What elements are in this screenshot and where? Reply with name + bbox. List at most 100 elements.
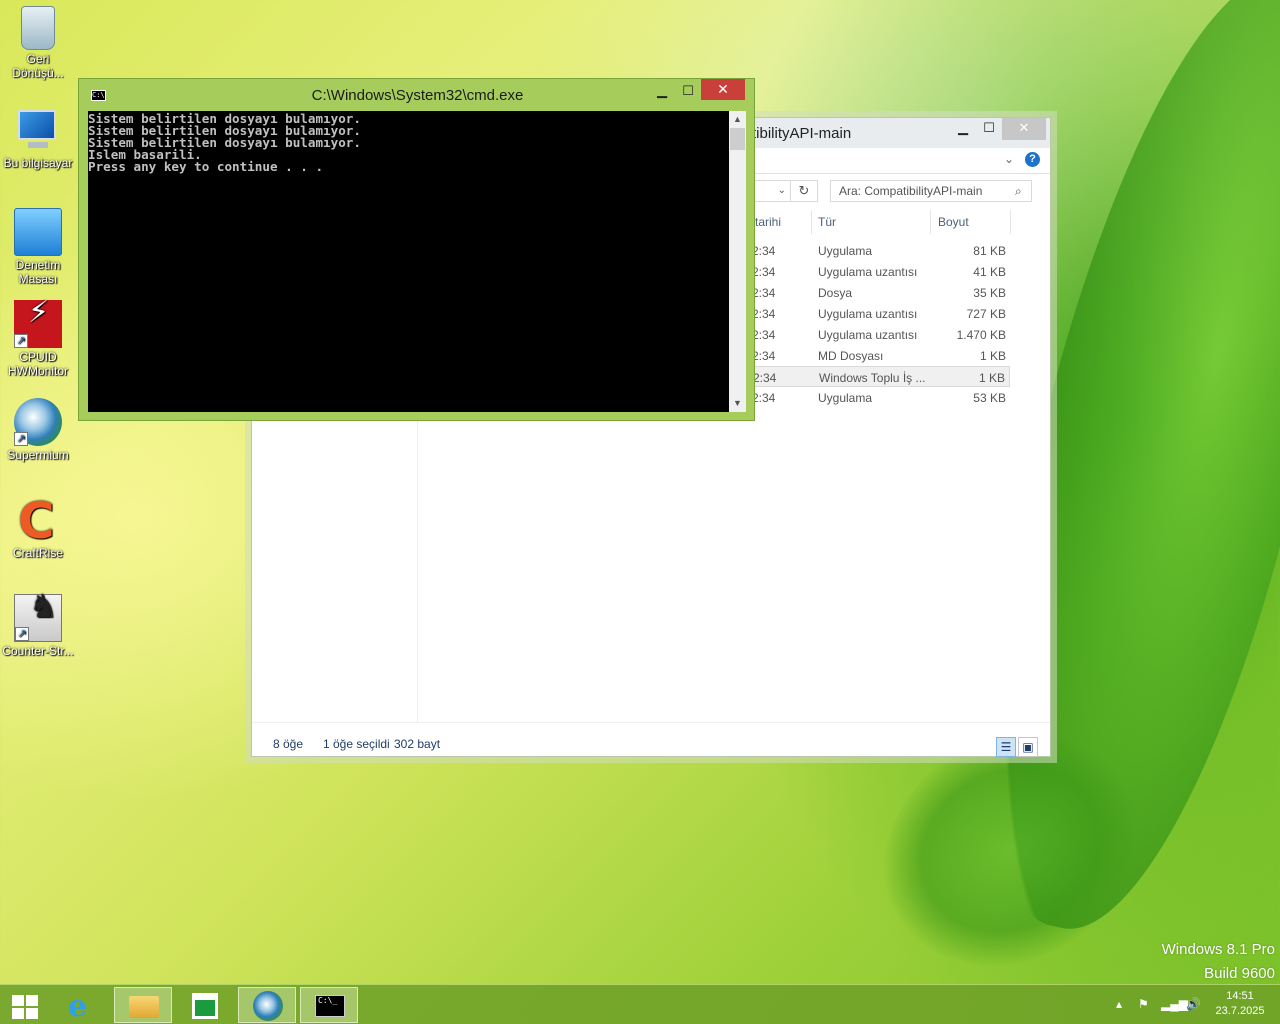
minimize-icon[interactable]: ▁ xyxy=(649,81,675,103)
column-separator[interactable] xyxy=(811,210,812,234)
counter-strike-icon: ♞ ↗ xyxy=(14,590,62,642)
control-panel-icon xyxy=(14,208,62,256)
desktop-icon-this-pc[interactable]: Bu bilgisayar xyxy=(0,106,76,170)
navigation-pane[interactable] xyxy=(260,414,418,726)
row-type: Uygulama uzantısı xyxy=(818,307,918,321)
recycle-bin-icon xyxy=(21,6,55,50)
supermium-icon xyxy=(253,991,283,1021)
store-icon xyxy=(192,993,218,1019)
windows-edition-watermark: Windows 8.1 Pro xyxy=(1161,941,1275,958)
refresh-icon[interactable]: ↻ xyxy=(790,180,818,202)
console-line: Press any key to continue . . . xyxy=(88,159,324,174)
taskbar-clock[interactable]: 14:51 23.7.2025 xyxy=(1200,989,1280,1019)
taskbar-internet-explorer[interactable]: e xyxy=(52,987,110,1024)
row-type: MD Dosyası xyxy=(818,349,884,363)
explorer-title: tibilityAPI-main xyxy=(752,125,852,142)
action-center-flag-icon[interactable]: ⚑ xyxy=(1138,997,1149,1011)
row-date: 2:34 xyxy=(752,244,776,258)
search-input[interactable]: Ara: CompatibilityAPI-main ⌕ xyxy=(830,180,1032,202)
desktop-icon-craftrise[interactable]: C CraftRise xyxy=(0,496,76,560)
computer-icon xyxy=(14,106,62,154)
column-header-date[interactable]: tarihi xyxy=(755,215,781,229)
row-size: 35 KB xyxy=(973,286,1006,300)
column-header-size[interactable]: Boyut xyxy=(938,215,969,229)
desktop-icon-label: Denetim Masası xyxy=(15,258,61,286)
row-size: 81 KB xyxy=(973,244,1006,258)
desktop-icon-counter-strike[interactable]: ♞ ↗ Counter-Str... xyxy=(0,590,76,658)
taskbar-supermium[interactable] xyxy=(238,987,296,1023)
row-type: Uygulama uzantısı xyxy=(818,328,918,342)
details-view-icon[interactable]: ☰ xyxy=(996,737,1016,757)
taskbar-file-explorer[interactable] xyxy=(114,987,172,1023)
row-type: Uygulama xyxy=(818,244,873,258)
table-row[interactable]: 2:34 Uygulama 81 KB xyxy=(750,240,1010,261)
desktop-icon-label: Counter-Str... xyxy=(2,644,74,658)
column-separator[interactable] xyxy=(930,210,931,234)
table-row[interactable]: 2:34 Uygulama uzantısı 1.470 KB xyxy=(750,324,1010,345)
row-size: 1 KB xyxy=(978,371,1005,385)
taskbar-cmd[interactable]: C:\_ xyxy=(300,987,358,1023)
desktop-icon-hwmonitor[interactable]: ⚡ ↗ CPUID HWMonitor xyxy=(0,298,76,379)
table-row[interactable]: 2:34 MD Dosyası 1 KB xyxy=(750,345,1010,366)
row-date: 2:34 xyxy=(753,371,777,385)
table-row[interactable]: 2:34 Uygulama uzantısı 41 KB xyxy=(750,261,1010,282)
row-size: 727 KB xyxy=(966,307,1006,321)
maximize-icon[interactable]: ☐ xyxy=(976,118,1002,140)
chevron-down-icon[interactable]: ⌄ xyxy=(1004,152,1014,166)
search-icon[interactable]: ⌕ xyxy=(1015,181,1022,201)
column-header-type[interactable]: Tür xyxy=(818,215,836,229)
row-date: 2:34 xyxy=(752,349,776,363)
row-size: 53 KB xyxy=(973,391,1006,405)
large-icons-view-icon[interactable]: ▣ xyxy=(1018,737,1038,757)
address-dropdown-icon[interactable]: ⌄ xyxy=(754,180,790,202)
console-scrollbar[interactable]: ▲ ▼ xyxy=(729,111,746,412)
desktop-icon-label: Supermium xyxy=(7,448,69,462)
desktop-icon-label: CPUID HWMonitor xyxy=(7,350,68,378)
row-size: 1 KB xyxy=(979,349,1006,363)
volume-icon[interactable]: 🔊 xyxy=(1186,997,1201,1011)
scroll-down-icon[interactable]: ▼ xyxy=(729,395,746,412)
row-date: 2:34 xyxy=(752,286,776,300)
status-item-count: 8 öğe xyxy=(273,737,304,751)
row-date: 2:34 xyxy=(752,307,776,321)
table-row[interactable]: 2:34 Dosya 35 KB xyxy=(750,282,1010,303)
table-row[interactable]: 2:34 Uygulama 53 KB xyxy=(750,387,1010,408)
row-type: Dosya xyxy=(818,286,853,300)
desktop-icon-control-panel[interactable]: Denetim Masası xyxy=(0,208,76,286)
start-button[interactable] xyxy=(0,987,50,1023)
status-bytes: 302 bayt xyxy=(394,737,441,751)
hwmonitor-icon: ⚡ ↗ xyxy=(14,298,62,348)
search-placeholder: Ara: CompatibilityAPI-main xyxy=(839,184,983,198)
scroll-up-icon[interactable]: ▲ xyxy=(729,111,746,128)
close-icon[interactable]: ✕ xyxy=(701,79,745,100)
maximize-icon[interactable]: ☐ xyxy=(675,81,701,103)
network-signal-icon[interactable]: ▂▄▆ xyxy=(1161,997,1188,1011)
row-type: Uygulama xyxy=(818,391,873,405)
table-row-selected[interactable]: 2:34 Windows Toplu İş ... 1 KB xyxy=(750,366,1010,387)
folder-icon xyxy=(129,996,159,1018)
column-separator[interactable] xyxy=(1010,210,1011,234)
row-date: 2:34 xyxy=(752,328,776,342)
craftrise-icon: C xyxy=(18,492,55,550)
desktop-icon-supermium[interactable]: ↗ Supermium xyxy=(0,398,76,462)
taskbar-store[interactable] xyxy=(176,987,234,1023)
row-type: Uygulama uzantısı xyxy=(818,265,918,279)
desktop-icon-label: Geri Dönüşü... xyxy=(12,52,64,80)
windows-logo-icon xyxy=(12,995,38,1019)
console-output[interactable]: Sistem belirtilen dosyayı bulamıyor. Sist… xyxy=(88,111,729,412)
minimize-icon[interactable]: ▁ xyxy=(950,118,976,140)
close-icon[interactable]: ✕ xyxy=(1002,118,1046,140)
scroll-thumb[interactable] xyxy=(730,128,745,150)
row-date: 2:34 xyxy=(752,391,776,405)
cmd-window[interactable]: C:\ C:\Windows\System32\cmd.exe ▁ ☐ ✕ Si… xyxy=(78,78,755,421)
table-row[interactable]: 2:34 Uygulama uzantısı 727 KB xyxy=(750,303,1010,324)
internet-explorer-icon: e xyxy=(68,989,88,1024)
status-bar: 8 öğe 1 öğe seçildi 302 bayt ☰ ▣ xyxy=(252,722,1050,757)
supermium-icon: ↗ xyxy=(14,398,62,446)
clock-date: 23.7.2025 xyxy=(1215,1005,1265,1017)
tray-overflow-chevron-icon[interactable]: ▴ xyxy=(1116,997,1122,1011)
desktop-icon-recycle-bin[interactable]: Geri Dönüşü... xyxy=(0,6,76,80)
file-list: 2:34 Uygulama 81 KB 2:34 Uygulama uzantısı 4… xyxy=(750,240,1010,408)
row-type: Windows Toplu İş ... xyxy=(819,371,926,385)
help-icon[interactable]: ? xyxy=(1025,152,1040,167)
